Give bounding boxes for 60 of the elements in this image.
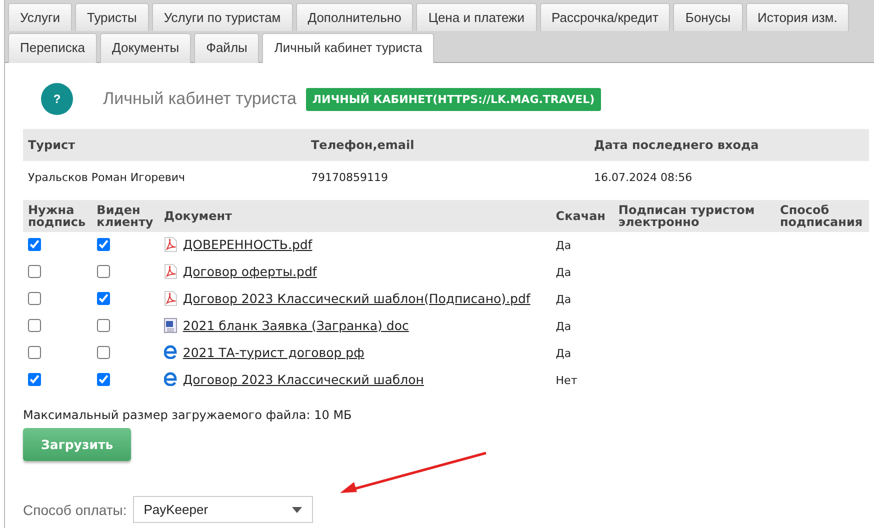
document-link[interactable]: Договор 2023 Классический шаблон — [182, 372, 424, 387]
column-header: Дата последнего входа — [589, 129, 869, 161]
pdf-file-icon — [164, 264, 177, 278]
visibility-checkbox[interactable] — [96, 238, 110, 250]
document-link[interactable]: 2021 ТА-турист договор рф — [182, 344, 364, 360]
visibility-checkbox[interactable] — [96, 318, 110, 332]
column-header: Скачан — [550, 200, 614, 232]
table-cell: Да — [550, 232, 614, 259]
tab[interactable]: Рассрочка/кредит — [540, 3, 670, 31]
table-cell-text: Нет — [554, 373, 578, 389]
tab[interactable]: Личный кабинет туриста — [262, 33, 434, 63]
tab[interactable]: Дополнительно — [296, 3, 414, 31]
table-cell: 16.07.2024 08:56 — [589, 161, 869, 200]
payment-method-label: Способ оплаты: — [23, 502, 127, 518]
column-header: Турист — [23, 129, 306, 161]
tab[interactable]: Переписка — [8, 33, 98, 63]
table-cell-text: Да — [554, 292, 572, 308]
browser-e-icon — [164, 372, 177, 386]
table-cell-text: Да — [554, 346, 572, 362]
signature-checkbox[interactable] — [28, 238, 41, 250]
signature-checkbox[interactable] — [28, 346, 41, 358]
tab[interactable]: Услуги — [8, 3, 72, 31]
visibility-checkbox[interactable] — [96, 292, 110, 304]
column-header: Документ — [158, 200, 551, 232]
column-header: Способ подписания — [775, 200, 869, 232]
document-link[interactable]: Договор оферты.pdf — [182, 264, 317, 278]
browser-e-icon — [164, 345, 177, 360]
tab[interactable]: История изм. — [746, 3, 850, 31]
section-title: Личный кабинет туриста — [103, 89, 296, 109]
payment-method-dropdown[interactable]: PayKeeper — [132, 496, 313, 523]
tab[interactable]: Цена и платежи — [416, 3, 536, 31]
signature-checkbox[interactable] — [28, 264, 41, 278]
document-link[interactable]: ДОВЕРЕННОСТЬ.pdf — [182, 236, 312, 252]
document-link[interactable]: Договор 2023 Классический шаблон(Подписано).pdf — [182, 290, 530, 306]
visibility-checkbox[interactable] — [96, 346, 110, 358]
column-header: Подписан туристом электронно — [613, 200, 776, 232]
tab[interactable]: Файлы — [194, 33, 260, 63]
column-header: Телефон,email — [306, 129, 589, 161]
table-cell: Уральсков Роман Игоревич — [23, 161, 306, 200]
file-size-note: Максимальный размер загружаемого файла: 10 МБ — [23, 408, 353, 422]
table-cell: 79170859119 — [306, 161, 589, 200]
caret-icon — [292, 506, 302, 512]
column-header: Виден клиенту — [92, 200, 159, 232]
tab[interactable]: Услуги по туристам — [152, 3, 293, 31]
tab[interactable]: Документы — [100, 33, 192, 63]
table-cell-text: Да — [554, 319, 572, 335]
visibility-checkbox[interactable] — [96, 264, 110, 278]
pdf-file-icon — [164, 236, 177, 252]
column-header: Нужна подпись — [23, 200, 92, 232]
pdf-file-icon — [164, 290, 177, 306]
document-icon — [164, 318, 177, 332]
document-link[interactable]: 2021 бланк Заявка (Загранка) doc — [182, 318, 409, 332]
signature-checkbox[interactable] — [28, 292, 41, 304]
signature-checkbox[interactable] — [28, 372, 41, 386]
help-button[interactable]: ? — [41, 83, 73, 115]
table-cell-text: Да — [554, 265, 572, 281]
tab[interactable]: Бонусы — [673, 3, 743, 31]
tab[interactable]: Туристы — [74, 3, 149, 31]
signature-checkbox[interactable] — [28, 318, 41, 332]
visibility-checkbox[interactable] — [96, 372, 110, 386]
